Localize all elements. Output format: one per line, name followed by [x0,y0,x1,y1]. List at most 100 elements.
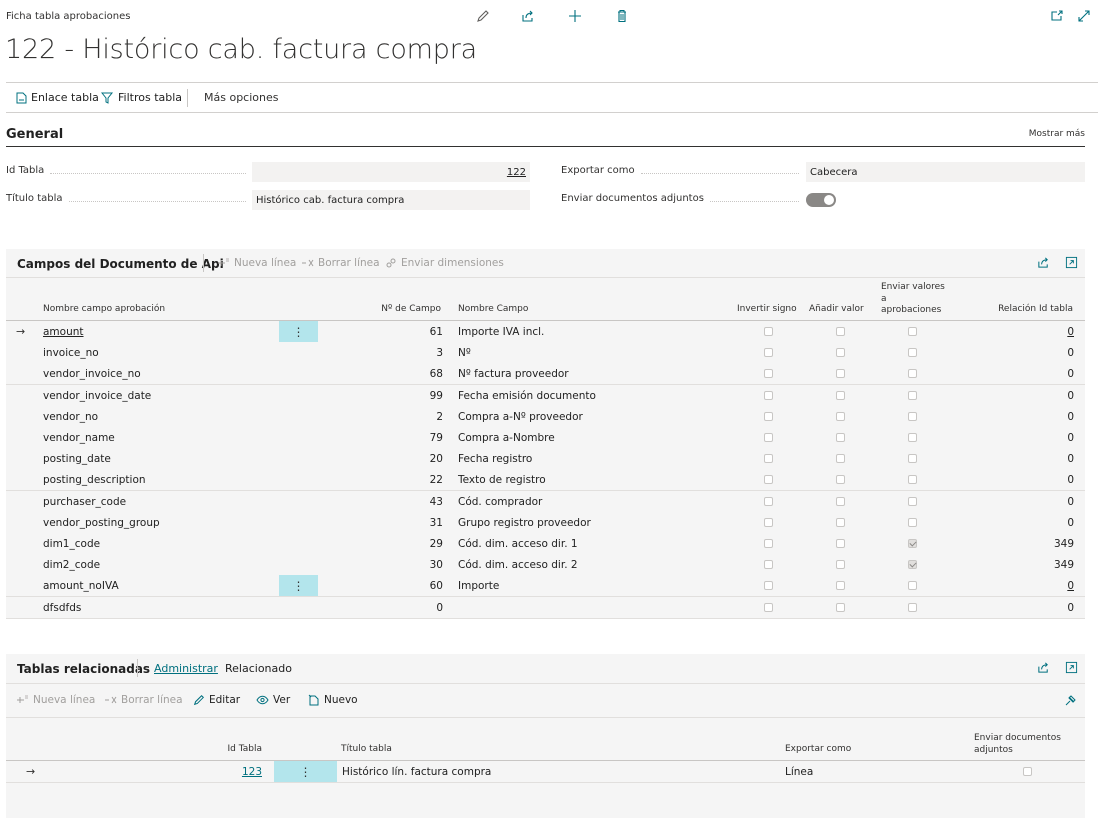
relation-table-id-cell[interactable]: 0 [1006,597,1074,618]
relation-table-id-cell[interactable]: 349 [1006,533,1074,554]
relation-table-id-cell[interactable]: 0 [1006,363,1074,384]
expand-icon[interactable] [1077,9,1091,23]
field-no-cell[interactable]: 29 [346,533,443,554]
delete-icon[interactable] [615,9,629,23]
api-field-row[interactable]: vendor_posting_group 31 Grupo registro pro… [6,512,1085,534]
share-icon[interactable] [521,9,535,23]
add-value-checkbox[interactable] [836,454,845,463]
col-field-caption[interactable]: Nombre Campo [458,304,528,314]
open-new-window-icon[interactable] [1050,9,1064,23]
relation-table-id-cell[interactable]: 0 [1006,427,1074,448]
show-more-link[interactable]: Mostrar más [1029,129,1085,139]
invert-sign-checkbox[interactable] [764,539,773,548]
col-table-id[interactable]: Id Tabla [180,744,262,754]
field-name-cell[interactable]: posting_date [43,448,111,469]
more-options-action[interactable]: Más opciones [204,91,278,104]
related-send-docs-checkbox[interactable] [1023,767,1032,776]
send-attachments-toggle[interactable] [806,193,836,207]
export-as-field[interactable]: Cabecera [806,162,1085,182]
relation-table-id-cell[interactable]: 0 [1006,342,1074,363]
relation-table-id-cell[interactable]: 349 [1006,554,1074,575]
field-no-cell[interactable]: 68 [346,363,443,384]
add-value-checkbox[interactable] [836,518,845,527]
row-actions-menu-icon[interactable]: ⋮ [274,761,337,782]
api-field-row[interactable]: purchaser_code 43 Cód. comprador 0 [6,491,1085,513]
field-no-cell[interactable]: 30 [346,554,443,575]
field-name-cell[interactable]: dim2_code [43,554,100,575]
add-value-checkbox[interactable] [836,497,845,506]
relation-table-id-cell[interactable]: 0 [1006,469,1074,490]
field-name-cell[interactable]: amount [43,321,84,342]
add-value-checkbox[interactable] [836,391,845,400]
field-no-cell[interactable]: 43 [346,491,443,512]
field-no-cell[interactable]: 60 [346,575,443,596]
invert-sign-checkbox[interactable] [764,348,773,357]
invert-sign-checkbox[interactable] [764,412,773,421]
related-edit-button[interactable]: Editar [193,694,240,706]
col-export-as[interactable]: Exportar como [785,744,851,754]
related-expand-icon[interactable] [1065,661,1078,674]
field-no-cell[interactable]: 79 [346,427,443,448]
send-values-checkbox[interactable] [908,412,917,421]
send-values-checkbox[interactable] [908,603,917,612]
related-export-as-cell[interactable]: Línea [785,761,813,782]
api-field-row[interactable]: vendor_invoice_no 68 Nº factura proveedor 0 [6,363,1085,385]
col-send-docs[interactable]: Enviar documentos adjuntos [974,733,1061,756]
add-value-checkbox[interactable] [836,327,845,336]
invert-sign-checkbox[interactable] [764,391,773,400]
add-value-checkbox[interactable] [836,348,845,357]
col-field-name[interactable]: Nombre campo aprobación [43,304,165,314]
field-no-cell[interactable]: 0 [346,597,443,618]
send-values-checkbox[interactable] [908,348,917,357]
invert-sign-checkbox[interactable] [764,475,773,484]
send-values-checkbox[interactable] [908,539,917,548]
api-field-row[interactable]: vendor_no 2 Compra a-Nº proveedor 0 [6,406,1085,428]
invert-sign-checkbox[interactable] [764,518,773,527]
add-value-checkbox[interactable] [836,581,845,590]
table-title-field[interactable]: Histórico cab. factura compra [252,190,530,210]
send-values-checkbox[interactable] [908,560,917,569]
related-table-row[interactable]: → 123 ⋮ Histórico lín. factura compra Lí… [6,761,1085,783]
api-field-row[interactable]: vendor_name 79 Compra a-Nombre 0 [6,427,1085,449]
add-value-checkbox[interactable] [836,475,845,484]
row-actions-menu-icon[interactable]: ⋮ [279,575,318,596]
tab-manage[interactable]: Administrar [154,662,218,675]
api-field-row[interactable]: dim2_code 30 Cód. dim. acceso dir. 2 349 [6,554,1085,576]
field-no-cell[interactable]: 22 [346,469,443,490]
add-value-checkbox[interactable] [836,603,845,612]
api-field-row[interactable]: posting_date 20 Fecha registro 0 [6,448,1085,470]
related-table-id-cell[interactable]: 123 [206,761,262,782]
related-table-title-cell[interactable]: Histórico lín. factura compra [342,761,491,782]
api-field-row[interactable]: amount_noIVA ⋮ 60 Importe 0 [6,575,1085,597]
api-field-row[interactable]: vendor_invoice_date 99 Fecha emisión docum… [6,385,1085,407]
relation-table-id-cell[interactable]: 0 [1006,512,1074,533]
invert-sign-checkbox[interactable] [764,560,773,569]
send-dimensions-button[interactable]: Enviar dimensiones [386,257,504,269]
field-no-cell[interactable]: 3 [346,342,443,363]
delete-line-button[interactable]: Borrar línea [301,257,380,269]
api-field-row[interactable]: dim1_code 29 Cód. dim. acceso dir. 1 349 [6,533,1085,555]
col-add-value[interactable]: Añadir valor [809,304,864,314]
field-name-cell[interactable]: vendor_invoice_no [43,363,141,384]
api-field-row[interactable]: dfsdfds 0 0 [6,597,1085,619]
add-value-checkbox[interactable] [836,433,845,442]
invert-sign-checkbox[interactable] [764,327,773,336]
table-link-action[interactable]: Enlace tabla [16,91,99,104]
field-name-cell[interactable]: purchaser_code [43,491,126,512]
part-share-icon[interactable] [1037,256,1050,269]
relation-table-id-cell[interactable]: 0 [1006,321,1074,342]
send-values-checkbox[interactable] [908,497,917,506]
related-share-icon[interactable] [1037,661,1050,674]
related-table-id-link[interactable]: 123 [242,766,262,778]
invert-sign-checkbox[interactable] [764,581,773,590]
field-name-cell[interactable]: vendor_posting_group [43,512,160,533]
field-name-cell[interactable]: dfsdfds [43,597,81,618]
field-name-cell[interactable]: dim1_code [43,533,100,554]
part-expand-icon[interactable] [1065,256,1078,269]
relation-table-id-cell[interactable]: 0 [1006,385,1074,406]
related-new-button[interactable]: Nuevo [308,694,358,706]
col-send-values[interactable]: Enviar valores a aprobaciones [881,282,945,317]
send-values-checkbox[interactable] [908,454,917,463]
add-value-checkbox[interactable] [836,560,845,569]
field-name-cell[interactable]: amount_noIVA [43,575,119,596]
